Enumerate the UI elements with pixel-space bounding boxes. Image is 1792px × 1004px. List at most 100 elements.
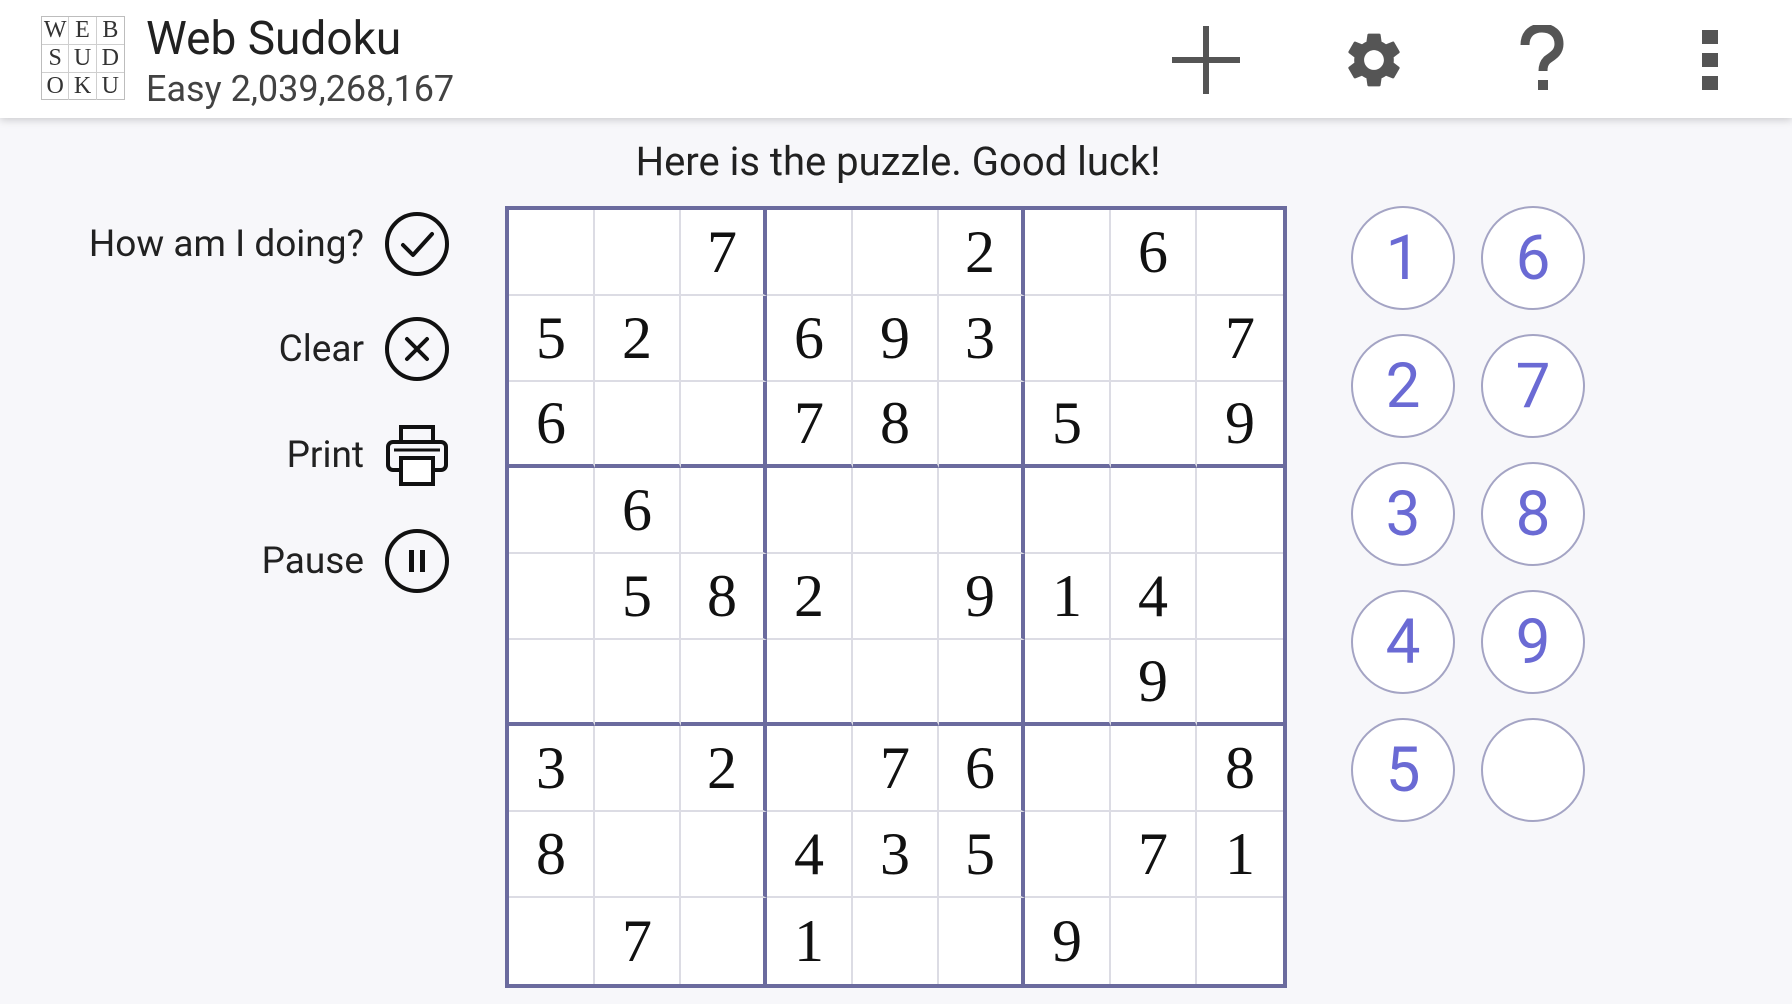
numpad-4-button[interactable]: 4 <box>1351 590 1455 694</box>
sudoku-cell[interactable]: 2 <box>767 554 853 640</box>
numpad-9-button[interactable]: 9 <box>1481 590 1585 694</box>
help-button[interactable] <box>1502 20 1582 100</box>
sudoku-cell[interactable] <box>509 468 595 554</box>
numpad-8-button[interactable]: 8 <box>1481 462 1585 566</box>
sudoku-cell[interactable] <box>767 726 853 812</box>
numpad-6-button[interactable]: 6 <box>1481 206 1585 310</box>
sudoku-cell[interactable] <box>1025 468 1111 554</box>
sudoku-cell[interactable] <box>853 898 939 984</box>
sudoku-cell[interactable] <box>853 468 939 554</box>
sudoku-cell[interactable] <box>939 898 1025 984</box>
sudoku-cell[interactable]: 6 <box>767 296 853 382</box>
sudoku-cell[interactable] <box>853 554 939 640</box>
sudoku-cell[interactable] <box>1197 468 1283 554</box>
sudoku-cell[interactable]: 7 <box>853 726 939 812</box>
sudoku-cell[interactable] <box>681 898 767 984</box>
numpad-erase-button[interactable] <box>1481 718 1585 822</box>
sudoku-cell[interactable] <box>767 640 853 726</box>
sudoku-cell[interactable] <box>509 898 595 984</box>
sudoku-cell[interactable]: 6 <box>939 726 1025 812</box>
sudoku-cell[interactable] <box>681 812 767 898</box>
sudoku-cell[interactable] <box>1025 210 1111 296</box>
sudoku-cell[interactable]: 5 <box>1025 382 1111 468</box>
sudoku-cell[interactable]: 8 <box>853 382 939 468</box>
pause-button[interactable]: Pause <box>262 528 450 594</box>
sudoku-cell[interactable]: 6 <box>509 382 595 468</box>
sudoku-cell[interactable] <box>939 468 1025 554</box>
sudoku-cell[interactable] <box>595 210 681 296</box>
sudoku-cell[interactable] <box>767 468 853 554</box>
sudoku-cell[interactable]: 8 <box>1197 726 1283 812</box>
sudoku-cell[interactable] <box>595 726 681 812</box>
sudoku-cell[interactable]: 6 <box>595 468 681 554</box>
sudoku-cell[interactable] <box>1111 382 1197 468</box>
sudoku-cell[interactable] <box>939 382 1025 468</box>
sudoku-cell[interactable] <box>681 382 767 468</box>
sudoku-cell[interactable]: 3 <box>509 726 595 812</box>
sudoku-cell[interactable]: 1 <box>1025 554 1111 640</box>
sudoku-cell[interactable] <box>1025 812 1111 898</box>
sudoku-cell[interactable]: 9 <box>1197 382 1283 468</box>
sudoku-cell[interactable] <box>595 812 681 898</box>
sudoku-cell[interactable] <box>1025 296 1111 382</box>
sudoku-cell[interactable]: 9 <box>853 296 939 382</box>
sudoku-cell[interactable]: 3 <box>853 812 939 898</box>
sudoku-cell[interactable]: 8 <box>509 812 595 898</box>
sudoku-cell[interactable] <box>1197 210 1283 296</box>
numpad-7-button[interactable]: 7 <box>1481 334 1585 438</box>
clear-button[interactable]: Clear <box>279 316 450 382</box>
sudoku-cell[interactable]: 2 <box>595 296 681 382</box>
sudoku-cell[interactable]: 3 <box>939 296 1025 382</box>
sudoku-cell[interactable] <box>939 640 1025 726</box>
how-am-i-doing-button[interactable]: How am I doing? <box>89 211 450 277</box>
sudoku-cell[interactable]: 5 <box>509 296 595 382</box>
sudoku-cell[interactable] <box>1197 554 1283 640</box>
sudoku-cell[interactable]: 4 <box>767 812 853 898</box>
sudoku-cell[interactable]: 7 <box>595 898 681 984</box>
sudoku-cell[interactable]: 7 <box>1111 812 1197 898</box>
settings-button[interactable] <box>1334 20 1414 100</box>
sudoku-cell[interactable] <box>681 468 767 554</box>
sudoku-cell[interactable] <box>1111 296 1197 382</box>
sudoku-cell[interactable]: 7 <box>681 210 767 296</box>
sudoku-cell[interactable] <box>509 554 595 640</box>
new-puzzle-button[interactable] <box>1166 20 1246 100</box>
overflow-menu-icon <box>1702 30 1718 90</box>
sudoku-cell[interactable]: 7 <box>767 382 853 468</box>
sudoku-cell[interactable] <box>1111 898 1197 984</box>
sudoku-cell[interactable]: 5 <box>939 812 1025 898</box>
sudoku-cell[interactable]: 9 <box>1025 898 1111 984</box>
print-button[interactable]: Print <box>287 422 450 488</box>
sudoku-cell[interactable]: 7 <box>1197 296 1283 382</box>
sudoku-cell[interactable] <box>853 640 939 726</box>
sudoku-cell[interactable] <box>767 210 853 296</box>
sudoku-cell[interactable] <box>595 640 681 726</box>
sudoku-cell[interactable]: 8 <box>681 554 767 640</box>
sudoku-cell[interactable] <box>509 210 595 296</box>
sudoku-cell[interactable] <box>1025 640 1111 726</box>
sudoku-cell[interactable] <box>595 382 681 468</box>
sudoku-cell[interactable]: 1 <box>1197 812 1283 898</box>
sudoku-cell[interactable] <box>853 210 939 296</box>
sudoku-cell[interactable]: 5 <box>595 554 681 640</box>
sudoku-cell[interactable]: 1 <box>767 898 853 984</box>
sudoku-cell[interactable]: 9 <box>1111 640 1197 726</box>
sudoku-cell[interactable] <box>681 640 767 726</box>
sudoku-cell[interactable]: 2 <box>939 210 1025 296</box>
sudoku-cell[interactable] <box>1197 640 1283 726</box>
sudoku-cell[interactable] <box>681 296 767 382</box>
sudoku-cell[interactable] <box>1111 468 1197 554</box>
sudoku-cell[interactable] <box>509 640 595 726</box>
sudoku-cell[interactable] <box>1197 898 1283 984</box>
overflow-menu-button[interactable] <box>1670 20 1750 100</box>
sudoku-cell[interactable] <box>1025 726 1111 812</box>
sudoku-cell[interactable]: 9 <box>939 554 1025 640</box>
sudoku-cell[interactable] <box>1111 726 1197 812</box>
numpad-2-button[interactable]: 2 <box>1351 334 1455 438</box>
numpad-3-button[interactable]: 3 <box>1351 462 1455 566</box>
numpad-5-button[interactable]: 5 <box>1351 718 1455 822</box>
sudoku-cell[interactable]: 2 <box>681 726 767 812</box>
sudoku-cell[interactable]: 4 <box>1111 554 1197 640</box>
numpad-1-button[interactable]: 1 <box>1351 206 1455 310</box>
sudoku-cell[interactable]: 6 <box>1111 210 1197 296</box>
